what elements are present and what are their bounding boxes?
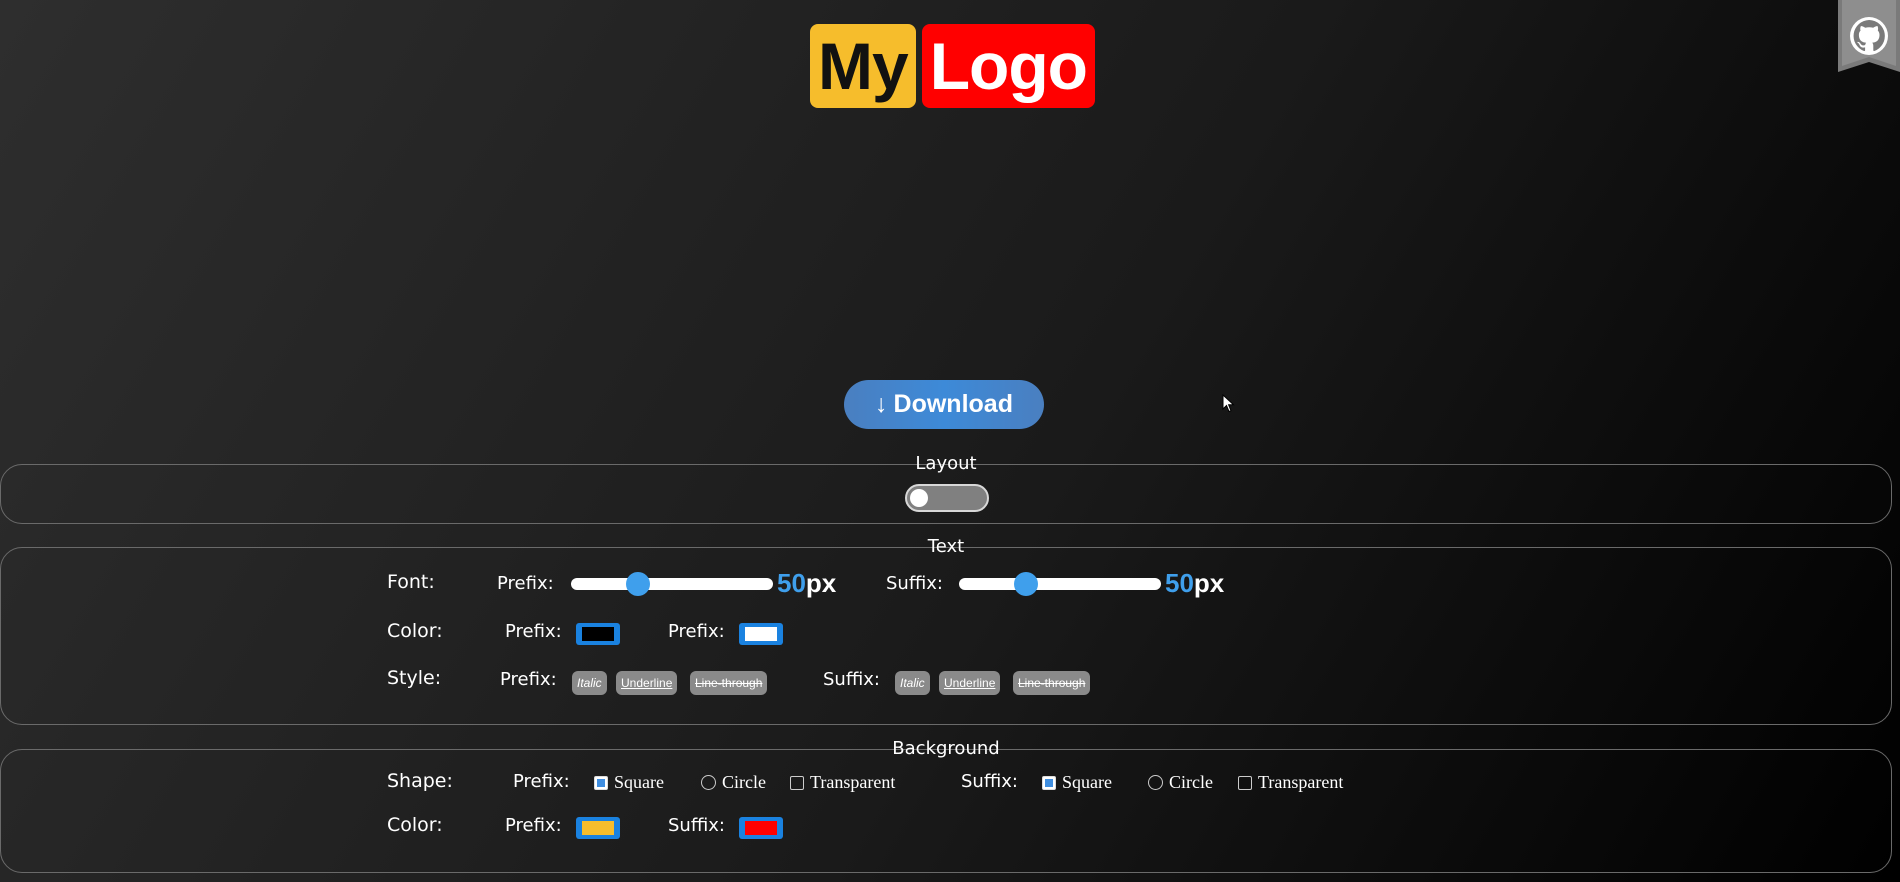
suffix-shape-circle-option[interactable]: Circle	[1148, 772, 1213, 793]
text-panel: Text Font: Prefix: 50px Suffix: 50px Col…	[0, 536, 1892, 725]
option-label: Transparent	[1258, 772, 1344, 792]
github-corner-link[interactable]	[1838, 0, 1900, 72]
text-legend: Text	[927, 536, 965, 557]
checkbox-icon[interactable]	[1042, 775, 1056, 790]
font-prefix-label: Prefix:	[497, 573, 554, 594]
color-fill	[745, 627, 777, 641]
text-color-second-label: Prefix:	[668, 621, 725, 642]
logo-suffix: Logo	[921, 24, 1095, 108]
radio-icon[interactable]	[1148, 775, 1163, 790]
prefix-size-unit: px	[805, 568, 837, 598]
logo-preview: My Logo	[810, 24, 1095, 108]
checkbox-icon[interactable]	[790, 775, 804, 790]
layout-panel: Layout	[0, 453, 1892, 524]
background-panel: Background Shape: Prefix: Square Circle …	[0, 738, 1892, 873]
prefix-font-size-slider[interactable]	[571, 572, 773, 596]
text-color-label: Color:	[387, 620, 443, 642]
logo-prefix: My	[810, 24, 916, 108]
checkbox-icon[interactable]	[1238, 775, 1252, 790]
font-suffix-label: Suffix:	[886, 573, 943, 594]
suffix-text-color-picker[interactable]	[739, 623, 783, 645]
suffix-italic-toggle[interactable]: Italic	[895, 671, 930, 695]
suffix-size-value: 50	[1165, 568, 1194, 598]
bg-color-label: Color:	[387, 814, 443, 836]
text-color-prefix-label: Prefix:	[505, 621, 562, 642]
suffix-font-size-slider[interactable]	[959, 572, 1161, 596]
option-label: Transparent	[810, 772, 896, 792]
prefix-shape-square-option[interactable]: Square	[594, 772, 664, 793]
bg-color-prefix-label: Prefix:	[505, 815, 562, 836]
prefix-linethrough-toggle[interactable]: Line-through	[690, 671, 768, 695]
bg-color-suffix-label: Suffix:	[668, 815, 725, 836]
slider-thumb[interactable]	[1014, 572, 1038, 596]
style-prefix-label: Prefix:	[500, 669, 557, 690]
option-label: Circle	[1169, 772, 1213, 792]
mouse-cursor-icon	[1222, 394, 1235, 413]
suffix-linethrough-toggle[interactable]: Line-through	[1013, 671, 1091, 695]
color-fill	[582, 821, 614, 835]
prefix-shape-transparent-option[interactable]: Transparent	[790, 772, 895, 793]
download-button[interactable]: ↓ Download	[844, 380, 1044, 429]
prefix-text-color-picker[interactable]	[576, 623, 620, 645]
suffix-font-size-readout: 50px	[1165, 568, 1224, 599]
toggle-knob	[910, 489, 928, 507]
background-legend: Background	[892, 738, 1000, 759]
prefix-size-value: 50	[777, 568, 806, 598]
style-label: Style:	[387, 667, 442, 689]
suffix-shape-square-option[interactable]: Square	[1042, 772, 1112, 793]
font-label: Font:	[387, 571, 435, 593]
down-arrow-icon: ↓	[875, 390, 888, 418]
checkbox-icon[interactable]	[594, 775, 608, 790]
color-fill	[582, 627, 614, 641]
radio-icon[interactable]	[701, 775, 716, 790]
layout-legend: Layout	[915, 453, 977, 474]
shape-prefix-label: Prefix:	[513, 771, 570, 792]
option-label: Square	[614, 772, 664, 792]
option-label: Circle	[722, 772, 766, 792]
suffix-size-unit: px	[1193, 568, 1225, 598]
suffix-background-color-picker[interactable]	[739, 817, 783, 839]
prefix-shape-circle-option[interactable]: Circle	[701, 772, 766, 793]
suffix-shape-transparent-option[interactable]: Transparent	[1238, 772, 1343, 793]
style-suffix-label: Suffix:	[823, 669, 880, 690]
layout-toggle[interactable]	[905, 484, 989, 512]
github-icon	[1838, 0, 1900, 72]
slider-thumb[interactable]	[626, 572, 650, 596]
prefix-font-size-readout: 50px	[777, 568, 836, 599]
prefix-italic-toggle[interactable]: Italic	[572, 671, 607, 695]
prefix-underline-toggle[interactable]: Underline	[616, 671, 678, 695]
option-label: Square	[1062, 772, 1112, 792]
color-fill	[745, 821, 777, 835]
shape-suffix-label: Suffix:	[961, 771, 1018, 792]
shape-label: Shape:	[387, 770, 453, 792]
download-label: Download	[893, 390, 1013, 418]
prefix-background-color-picker[interactable]	[576, 817, 620, 839]
suffix-underline-toggle[interactable]: Underline	[939, 671, 1001, 695]
